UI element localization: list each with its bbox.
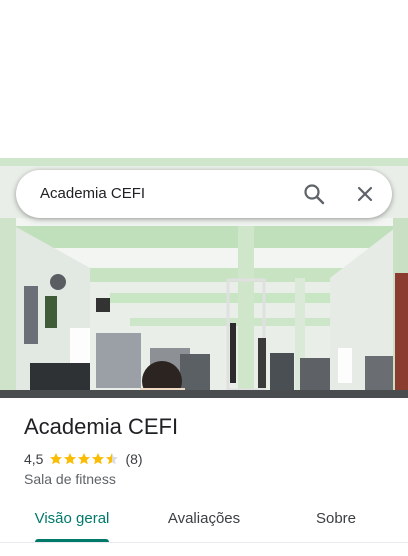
reviews-count: (8) [125,451,143,467]
place-page: Academia CEFI Academia CEFI 4,5 (8) Sala… [0,0,408,556]
search-input[interactable]: Academia CEFI [40,170,145,218]
tab-bar: Visão geral Avaliações Sobre [0,500,408,544]
star-icon [64,453,77,465]
search-bar[interactable]: Academia CEFI [16,170,392,218]
tab-reviews[interactable]: Avaliações [152,500,256,540]
star-icon [92,453,105,465]
rating-stars [49,452,119,466]
tabs-divider [0,542,408,543]
place-title: Academia CEFI [24,414,179,439]
place-category[interactable]: Sala de fitness [24,471,116,487]
rating-row[interactable]: 4,5 (8) [24,450,143,468]
rating-value: 4,5 [24,451,44,467]
tab-overview[interactable]: Visão geral [20,500,124,540]
star-icon [78,453,91,465]
star-icon [106,453,119,465]
tab-about[interactable]: Sobre [284,500,388,540]
star-icon [50,453,63,465]
search-icon[interactable] [298,178,330,210]
close-icon[interactable] [349,178,381,210]
